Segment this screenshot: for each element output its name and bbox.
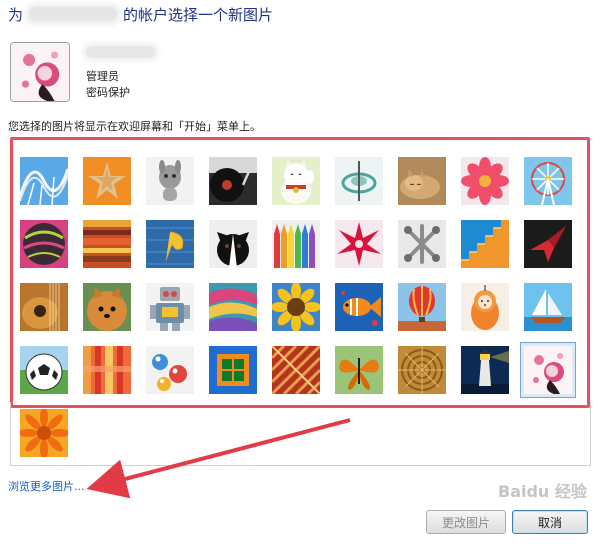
picture-ferris-wheel[interactable] (524, 157, 572, 205)
gallery-overflow-area (10, 402, 591, 466)
picture-sailboat[interactable] (524, 283, 572, 331)
cancel-button[interactable]: 取消 (512, 510, 588, 534)
picture-orange-daisy[interactable] (20, 409, 68, 457)
picture-sleeping-kitten[interactable] (398, 157, 446, 205)
picture-starfish[interactable] (83, 157, 131, 205)
picture-stairs[interactable] (461, 220, 509, 268)
picture-striped-cloth[interactable] (83, 346, 131, 394)
picture-soccer-ball[interactable] (20, 346, 68, 394)
picture-roller-coaster[interactable] (20, 157, 68, 205)
browse-more-pictures-link[interactable]: 浏览更多图片... (8, 478, 85, 494)
picture-border-collie[interactable] (209, 220, 257, 268)
picture-lucky-cat[interactable] (272, 157, 320, 205)
picture-crayons[interactable] (272, 220, 320, 268)
picture-record-player[interactable] (209, 157, 257, 205)
picture-window[interactable] (209, 346, 257, 394)
picture-butterfly[interactable] (335, 346, 383, 394)
picture-metal-jacks[interactable] (398, 220, 446, 268)
page-title: 为 的帐户选择一个新图片 (8, 2, 273, 26)
picture-tin-robot[interactable] (146, 283, 194, 331)
picture-pomeranian[interactable] (83, 283, 131, 331)
account-protection: 密码保护 (86, 86, 130, 99)
hint-text: 您选择的图片将显示在欢迎屏幕和「开始」菜单上。 (8, 120, 261, 133)
title-suffix: 的帐户选择一个新图片 (123, 5, 274, 24)
picture-matryoshka-doll[interactable] (461, 283, 509, 331)
picture-marbles[interactable] (146, 346, 194, 394)
picture-lighthouse[interactable] (461, 346, 509, 394)
picture-guitar[interactable] (20, 283, 68, 331)
picture-red-star-ornament[interactable] (335, 220, 383, 268)
picture-ginkgo-leaf[interactable] (146, 220, 194, 268)
redacted-account-name (86, 46, 156, 58)
picture-tropical-fish[interactable] (335, 283, 383, 331)
picture-paper-crane[interactable] (524, 220, 572, 268)
account-summary: 管理员 密码保护 (10, 40, 310, 104)
change-picture-button[interactable]: 更改图片 (426, 510, 506, 534)
picture-floral-girl[interactable] (520, 342, 576, 398)
picture-hot-air-balloon[interactable] (398, 283, 446, 331)
picture-woven-fabric[interactable] (272, 346, 320, 394)
title-prefix: 为 (8, 5, 24, 24)
current-account-picture (10, 42, 70, 102)
picture-spinning-top[interactable] (335, 157, 383, 205)
account-role: 管理员 (86, 70, 119, 83)
picture-pink-flower[interactable] (461, 157, 509, 205)
picture-robot-toy[interactable] (146, 157, 194, 205)
picture-colorful-fabric[interactable] (83, 220, 131, 268)
watermark: Baidu 经验 (498, 482, 587, 501)
picture-scarves[interactable] (209, 283, 257, 331)
redacted-username (29, 7, 118, 21)
picture-striped-ball[interactable] (20, 220, 68, 268)
picture-sunflower[interactable] (272, 283, 320, 331)
picture-wicker-pattern[interactable] (398, 346, 446, 394)
